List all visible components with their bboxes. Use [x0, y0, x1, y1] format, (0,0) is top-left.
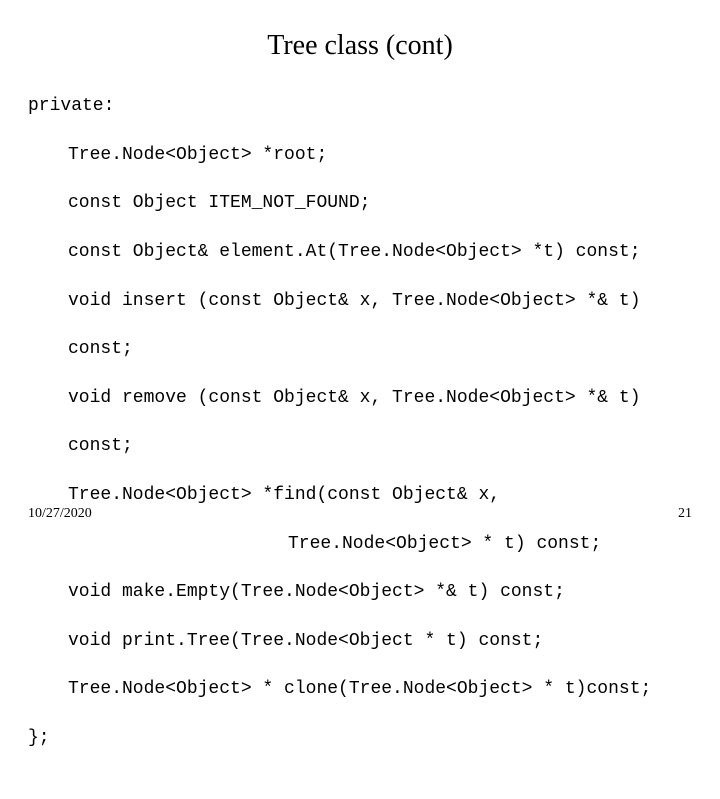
code-block: private: Tree.Node<Object> *root; const … — [28, 70, 692, 799]
code-line: const Object& element.At(Tree.Node<Objec… — [68, 240, 692, 264]
footer: 10/27/2020 21 — [28, 506, 692, 522]
code-line: const; — [68, 337, 692, 361]
code-line: void print.Tree(Tree.Node<Object * t) co… — [68, 629, 692, 653]
code-line: Tree.Node<Object> * t) const; — [288, 532, 692, 556]
code-line: const Object ITEM_NOT_FOUND; — [68, 191, 692, 215]
code-line: Tree.Node<Object> * clone(Tree.Node<Obje… — [68, 677, 692, 701]
code-line: const; — [68, 434, 692, 458]
code-line: void insert (const Object& x, Tree.Node<… — [68, 289, 692, 313]
code-line: void remove (const Object& x, Tree.Node<… — [68, 386, 692, 410]
code-line: private: — [28, 94, 692, 118]
code-line: Tree.Node<Object> *root; — [68, 143, 692, 167]
footer-page-number: 21 — [678, 506, 692, 522]
code-line: }; — [28, 726, 692, 750]
slide-title: Tree class (cont) — [28, 30, 692, 62]
code-line: Tree.Node<Object> *find(const Object& x, — [68, 483, 692, 507]
code-line: void make.Empty(Tree.Node<Object> *& t) … — [68, 580, 692, 604]
slide: Tree class (cont) private: Tree.Node<Obj… — [0, 0, 720, 540]
footer-date: 10/27/2020 — [28, 506, 92, 522]
